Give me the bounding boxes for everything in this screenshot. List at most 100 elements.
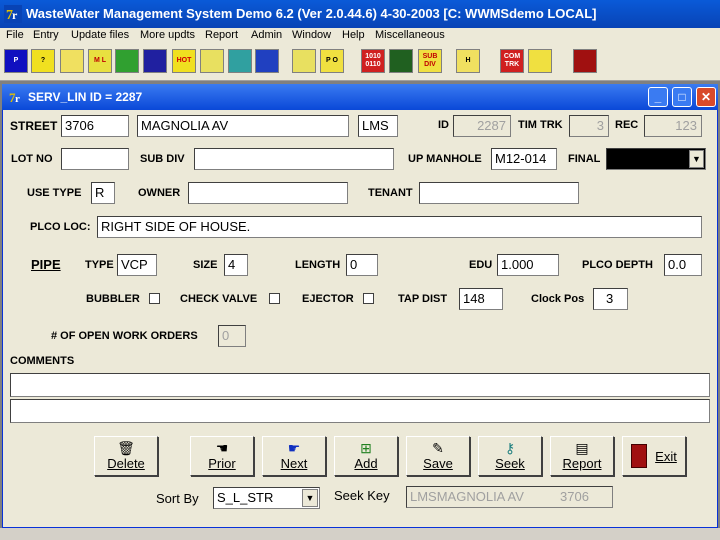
p-icon[interactable]: P bbox=[4, 49, 28, 73]
usetype-label: USE TYPE bbox=[27, 187, 82, 199]
next-button[interactable]: ☛ Next bbox=[262, 436, 326, 476]
menu-file[interactable]: File bbox=[6, 29, 24, 41]
timtrk-label: TIM TRK bbox=[518, 119, 563, 131]
menu-window[interactable]: Window bbox=[292, 29, 331, 41]
menu-admin[interactable]: Admin bbox=[251, 29, 282, 41]
size-label: SIZE bbox=[193, 259, 218, 271]
chart-icon[interactable] bbox=[389, 49, 413, 73]
save-button[interactable]: ✎ Save bbox=[406, 436, 470, 476]
edu-field[interactable]: 1.000 bbox=[497, 254, 559, 276]
street-number-field[interactable]: 3706 bbox=[61, 115, 129, 137]
comments-label: COMMENTS bbox=[10, 355, 75, 367]
length-label: LENGTH bbox=[295, 259, 341, 271]
save-button-label: Save bbox=[423, 456, 453, 471]
menu-miscellaneous[interactable]: Miscellaneous bbox=[375, 29, 445, 41]
chevron-down-icon[interactable]: ▼ bbox=[689, 150, 704, 168]
menu-entry[interactable]: Entry bbox=[33, 29, 59, 41]
subdiv-icon[interactable]: SUB DIV bbox=[418, 49, 442, 73]
hand-right-icon: ☛ bbox=[287, 440, 301, 456]
add-button[interactable]: ⊞ Add bbox=[334, 436, 398, 476]
prior-button[interactable]: ☚ Prior bbox=[190, 436, 254, 476]
exit-button[interactable]: Exit bbox=[622, 436, 686, 476]
street-name-field[interactable]: MAGNOLIA AV bbox=[137, 115, 349, 137]
exit-door-icon bbox=[631, 444, 648, 468]
app-title-bar: 7r WasteWater Management System Demo 6.2… bbox=[0, 0, 720, 28]
subdiv-field[interactable] bbox=[194, 148, 394, 170]
ejector-checkbox[interactable] bbox=[363, 293, 374, 304]
street-label: STREET bbox=[10, 119, 58, 133]
camera-icon[interactable] bbox=[200, 49, 224, 73]
delete-button[interactable]: 🗑 Delete bbox=[94, 436, 158, 476]
lotno-field[interactable] bbox=[61, 148, 129, 170]
lotno-label: LOT NO bbox=[11, 153, 53, 165]
tenant-label: TENANT bbox=[368, 187, 413, 199]
tenant-field[interactable] bbox=[419, 182, 579, 204]
manhole-icon[interactable]: H bbox=[456, 49, 480, 73]
menu-report[interactable]: Report bbox=[205, 29, 238, 41]
save-icon: ✎ bbox=[432, 440, 444, 456]
svg-text:r: r bbox=[12, 8, 18, 22]
map-icon[interactable] bbox=[143, 49, 167, 73]
report-button[interactable]: ▤ Report bbox=[550, 436, 614, 476]
hot-icon[interactable]: HOT bbox=[172, 49, 196, 73]
add-record-icon: ⊞ bbox=[360, 440, 372, 456]
tool-icon[interactable] bbox=[292, 49, 316, 73]
clockpos-field[interactable]: 3 bbox=[593, 288, 628, 310]
size-field[interactable]: 4 bbox=[224, 254, 248, 276]
transfer-icon[interactable] bbox=[528, 49, 552, 73]
type-field[interactable]: VCP bbox=[117, 254, 157, 276]
minimize-button[interactable]: _ bbox=[648, 87, 668, 107]
bubbler-checkbox[interactable] bbox=[149, 293, 160, 304]
final-label: FINAL bbox=[568, 153, 601, 165]
openwo-label: # OF OPEN WORK ORDERS bbox=[51, 330, 198, 342]
report-button-label: Report bbox=[562, 456, 602, 471]
app-title: WasteWater Management System Demo 6.2 (V… bbox=[26, 6, 597, 21]
next-button-label: Next bbox=[280, 456, 308, 471]
owner-label: OWNER bbox=[138, 187, 181, 199]
street-code-field[interactable]: LMS bbox=[358, 115, 398, 137]
search-icon[interactable]: ? bbox=[31, 49, 55, 73]
chevron-down-icon[interactable]: ▼ bbox=[302, 489, 318, 507]
wwms-logo-icon: 7r bbox=[4, 5, 22, 23]
pipe-label: PIPE bbox=[31, 257, 61, 272]
tapdist-field[interactable]: 148 bbox=[459, 288, 503, 310]
comment-line-2[interactable] bbox=[10, 399, 710, 423]
status-bar bbox=[0, 528, 720, 540]
owner-field[interactable] bbox=[188, 182, 348, 204]
printer-icon[interactable] bbox=[60, 49, 84, 73]
ml-icon[interactable]: M L bbox=[88, 49, 112, 73]
length-field[interactable]: 0 bbox=[346, 254, 378, 276]
exit-door-icon[interactable] bbox=[573, 49, 597, 73]
trash-icon: 🗑 bbox=[117, 440, 135, 456]
menu-bar: File Entry Update files More updts Repor… bbox=[0, 28, 720, 44]
subdiv-label: SUB DIV bbox=[140, 153, 185, 165]
timtrk-field: 3 bbox=[569, 115, 609, 137]
maximize-button[interactable]: □ bbox=[672, 87, 692, 107]
comment-line-1[interactable] bbox=[10, 373, 710, 397]
plcodepth-label: PLCO DEPTH bbox=[582, 259, 653, 271]
building-icon[interactable] bbox=[228, 49, 252, 73]
toolbar: P? M L HOT P O 1010 0110 SUB DIV H COM TRK bbox=[0, 44, 720, 81]
po-icon[interactable]: P O bbox=[320, 49, 344, 73]
ejector-label: EJECTOR bbox=[302, 293, 354, 305]
key-icon: ⚷ bbox=[504, 440, 516, 456]
house-icon[interactable] bbox=[115, 49, 139, 73]
menu-more-updts[interactable]: More updts bbox=[140, 29, 195, 41]
lightbulb-icon[interactable] bbox=[255, 49, 279, 73]
upmanhole-field[interactable]: M12-014 bbox=[491, 148, 557, 170]
menu-update-files[interactable]: Update files bbox=[71, 29, 129, 41]
exit-button-label: Exit bbox=[655, 448, 677, 464]
type-label: TYPE bbox=[85, 259, 114, 271]
menu-help[interactable]: Help bbox=[342, 29, 365, 41]
plcoloc-label: PLCO LOC: bbox=[30, 221, 91, 233]
comtrk-icon[interactable]: COM TRK bbox=[500, 49, 524, 73]
id-label: ID bbox=[438, 119, 449, 131]
seek-button[interactable]: ⚷ Seek bbox=[478, 436, 542, 476]
plcoloc-field[interactable]: RIGHT SIDE OF HOUSE. bbox=[97, 216, 702, 238]
close-button[interactable]: ✕ bbox=[696, 87, 716, 107]
plcodepth-field[interactable]: 0.0 bbox=[664, 254, 702, 276]
checkvalve-checkbox[interactable] bbox=[269, 293, 280, 304]
binary-icon[interactable]: 1010 0110 bbox=[361, 49, 385, 73]
usetype-field[interactable]: R bbox=[91, 182, 115, 204]
window-logo-icon: 7r bbox=[9, 90, 20, 105]
